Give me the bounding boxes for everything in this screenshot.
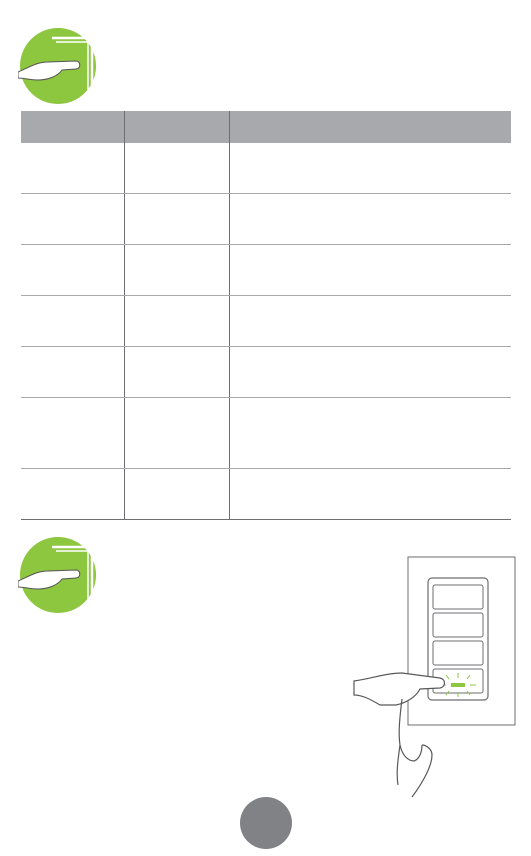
table-cell	[229, 346, 511, 398]
table-cell	[229, 193, 511, 245]
page-number-badge	[240, 797, 292, 849]
table-cell	[229, 397, 511, 469]
table-row	[21, 346, 511, 398]
info-table	[21, 111, 511, 520]
table-cell	[124, 468, 230, 520]
table-cell	[124, 295, 230, 347]
table-cell	[124, 193, 230, 245]
table-cell	[21, 295, 125, 347]
table-cell	[21, 244, 125, 296]
table-cell	[229, 244, 511, 296]
table-cell	[229, 295, 511, 347]
table-header-row	[21, 111, 511, 143]
table-header	[229, 111, 511, 143]
table-row	[21, 143, 511, 194]
table-cell	[21, 193, 125, 245]
table-cell	[124, 244, 230, 296]
table-cell	[124, 397, 230, 469]
table-cell	[21, 468, 125, 520]
table-row	[21, 397, 511, 469]
table-row	[21, 244, 511, 296]
table-cell	[229, 143, 511, 194]
table-cell	[124, 143, 230, 194]
table-row	[21, 193, 511, 245]
keypad-illustration	[340, 545, 520, 815]
table-cell	[229, 468, 511, 520]
table-cell	[21, 346, 125, 398]
table-cell	[124, 346, 230, 398]
table-row	[21, 295, 511, 347]
table-header	[21, 111, 125, 143]
table-header	[124, 111, 230, 143]
table-cell	[21, 397, 125, 469]
finger-press-icon	[18, 537, 98, 613]
table-row	[21, 468, 511, 520]
finger-press-icon	[18, 28, 98, 104]
table-cell	[21, 143, 125, 194]
